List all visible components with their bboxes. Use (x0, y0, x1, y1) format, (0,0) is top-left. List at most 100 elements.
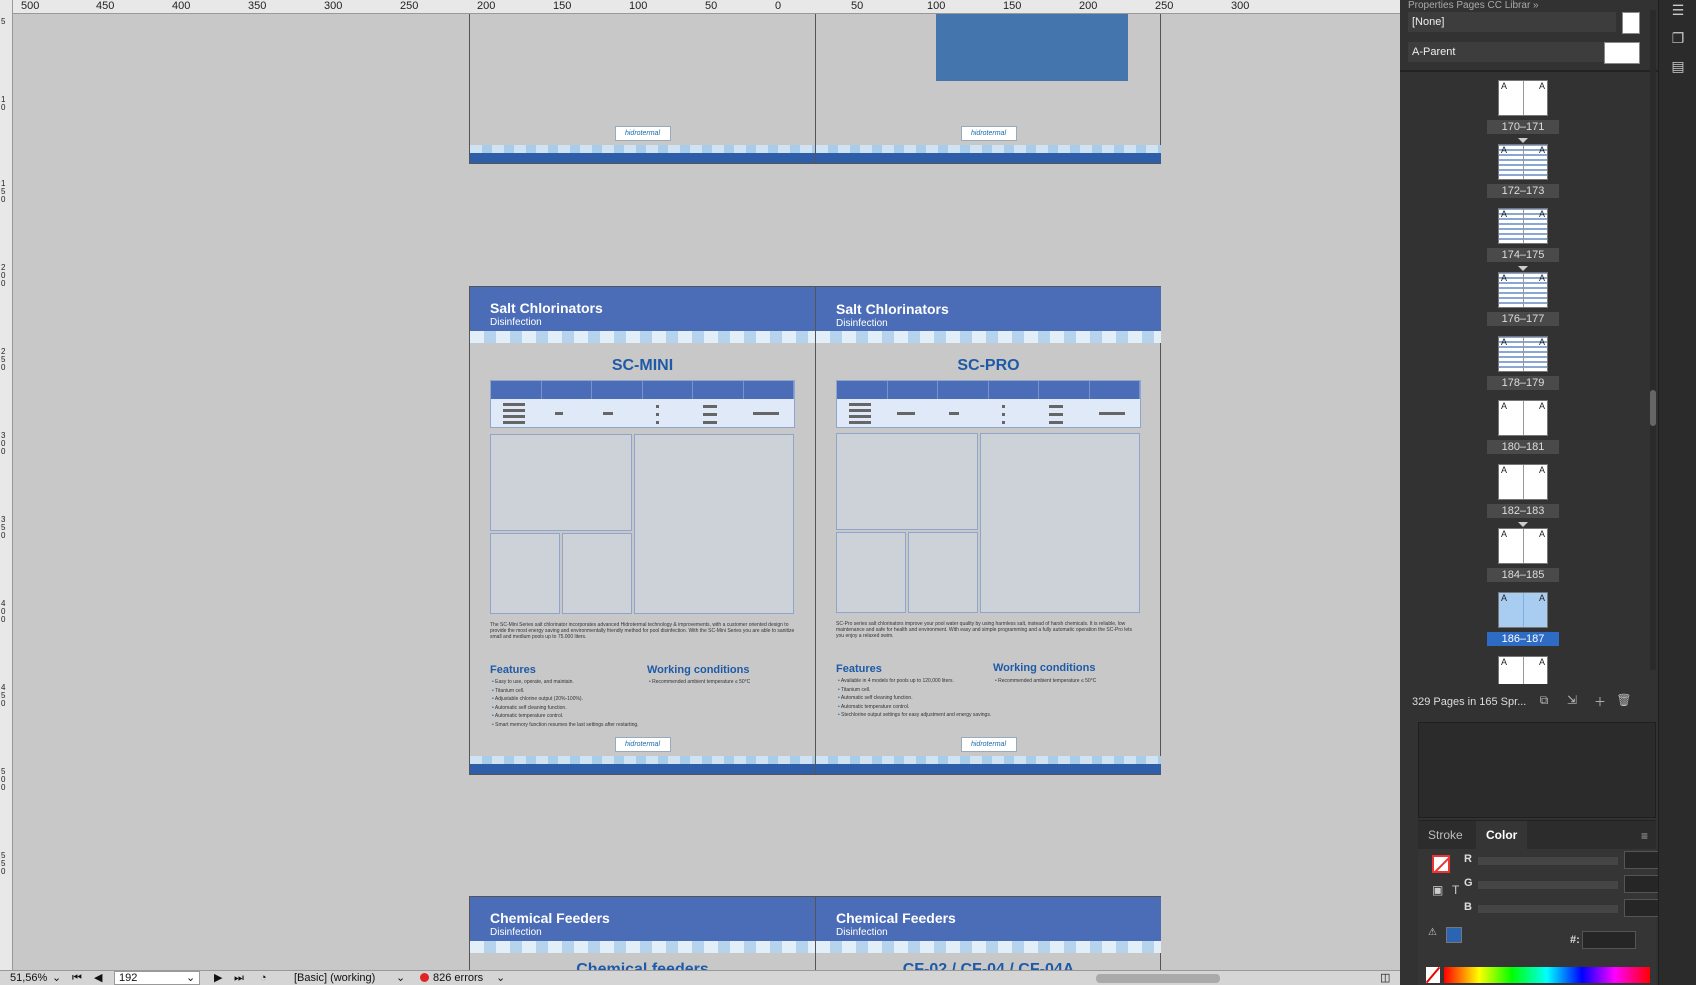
ruler-label: 2 0 0 (1, 263, 6, 288)
last-page-icon[interactable]: ⏭ (234, 972, 244, 985)
page-spread-item-selected[interactable]: AA 186–187 (1408, 586, 1638, 650)
spread-top[interactable]: hidrotermal hidrotermal (469, 14, 1161, 164)
parent-none-row[interactable]: [None] (1408, 12, 1616, 32)
image-frame[interactable] (562, 533, 632, 614)
pages-scrollbar[interactable] (1650, 10, 1656, 670)
preflight-errors[interactable]: 826 errors (420, 972, 483, 985)
image-frame[interactable] (980, 433, 1140, 613)
open-document-icon[interactable]: ◔ (260, 972, 267, 985)
b-slider[interactable] (1478, 905, 1618, 913)
page-sc-mini[interactable]: Salt Chlorinators Disinfection SC-MINI T… (470, 287, 815, 774)
ruler-label: 4 5 0 (1, 683, 6, 708)
image-frame[interactable] (836, 532, 906, 613)
prev-page-icon[interactable]: ◀ (94, 972, 102, 985)
horizontal-ruler[interactable]: 500 450 400 350 300 250 200 150 100 50 0… (13, 0, 1400, 14)
split-window-icon[interactable]: ◫ (1380, 972, 1390, 985)
pages-panel-footer: 329 Pages in 165 Spr... ⧉ ⇲ ＋ 🗑 (1400, 688, 1658, 716)
tab-color[interactable]: Color (1476, 821, 1528, 849)
spec-table[interactable] (490, 380, 795, 428)
parent-none-thumb[interactable] (1622, 12, 1640, 34)
r-input[interactable] (1624, 851, 1660, 869)
page-spread-label: 184–185 (1487, 568, 1559, 582)
features-list: Available in 4 models for pools up to 12… (838, 677, 998, 720)
preflight-profile[interactable]: [Basic] (working) (294, 972, 375, 985)
hex-input[interactable] (1582, 931, 1636, 949)
b-input[interactable] (1624, 899, 1660, 917)
list-item: Automatic self cleaning function. (492, 704, 642, 713)
properties-icon[interactable]: ☰ (1670, 2, 1686, 18)
pages-icon[interactable]: ❐ (1670, 30, 1686, 46)
panel-menu-icon[interactable]: ≡ (1641, 829, 1648, 843)
chevron-down-icon[interactable]: ⌄ (396, 972, 405, 985)
first-page-icon[interactable]: ⏮ (72, 972, 82, 985)
spine-marker-icon (1518, 138, 1528, 143)
page-spread-item[interactable]: AA 174–175 (1408, 202, 1638, 266)
page-sc-pro[interactable]: Salt Chlorinators Disinfection SC-PRO SC… (816, 287, 1161, 774)
page-chemical-feeders-right[interactable]: Chemical Feeders Disinfection CF-02 / CF… (816, 897, 1161, 970)
panel-tabs[interactable]: Properties Pages CC Librar » (1408, 0, 1539, 10)
spec-table[interactable] (836, 380, 1141, 428)
spread-chemical-feeders[interactable]: Chemical Feeders Disinfection Chemical f… (469, 896, 1161, 970)
page-spread-item[interactable]: AA 172–173 (1408, 138, 1638, 202)
page-spread-item[interactable]: AA 180–181 (1408, 394, 1638, 458)
move-pages-icon[interactable]: ⇲ (1564, 693, 1580, 709)
cc-libraries-icon[interactable]: ▤ (1670, 58, 1686, 74)
g-input[interactable] (1624, 875, 1660, 893)
ruler-label: 400 (172, 0, 191, 12)
color-spectrum[interactable] (1444, 967, 1650, 983)
banner-subtitle: Disinfection (836, 318, 888, 329)
a-parent-thumb[interactable] (1604, 42, 1640, 64)
page-spread-item[interactable]: AA 178–179 (1408, 330, 1638, 394)
image-frame[interactable] (908, 532, 978, 613)
horizontal-scroll-thumb[interactable] (1096, 974, 1220, 983)
spread-salt-chlorinators[interactable]: Salt Chlorinators Disinfection SC-MINI T… (469, 286, 1161, 775)
image-frame[interactable] (836, 433, 978, 530)
r-channel[interactable]: R (1464, 851, 1660, 869)
delete-page-icon[interactable]: 🗑 (1616, 693, 1632, 709)
page-spread-item[interactable]: AA 176–177 (1408, 266, 1638, 330)
tab-stroke[interactable]: Stroke (1418, 821, 1473, 849)
g-channel[interactable]: G (1464, 875, 1660, 893)
ruler-label: 500 (21, 0, 40, 12)
wave-footer (816, 145, 1161, 163)
chevron-down-icon[interactable]: ⌄ (52, 972, 61, 985)
new-page-icon[interactable]: ＋ (1592, 693, 1608, 709)
next-page-icon[interactable]: ▶ (214, 972, 222, 985)
hex-label: #: (1570, 934, 1580, 946)
edit-page-size-icon[interactable]: ⧉ (1536, 693, 1552, 709)
page-left[interactable]: hidrotermal (470, 14, 815, 163)
r-slider[interactable] (1478, 857, 1618, 865)
page-spread-item[interactable]: AA (1408, 650, 1638, 684)
page-spread-item[interactable]: AA 170–171 (1408, 74, 1638, 138)
working-conditions-heading: Working conditions (647, 664, 750, 676)
banner-title: Chemical Feeders (836, 910, 956, 926)
page-right[interactable]: hidrotermal (816, 14, 1161, 163)
ruler-label: 2 5 0 (1, 347, 6, 372)
brand-logo: hidrotermal (960, 126, 1017, 141)
image-frame[interactable] (490, 434, 632, 531)
last-color-swatch[interactable] (1446, 927, 1462, 943)
g-slider[interactable] (1478, 881, 1618, 889)
pages-list[interactable]: AA 170–171 AA 172–173 AA 174–175 AA 176–… (1408, 74, 1638, 684)
page-spread-item[interactable]: AA 184–185 (1408, 522, 1638, 586)
a-parent-row[interactable]: A-Parent (1408, 42, 1616, 62)
blue-rectangle-frame[interactable] (936, 14, 1128, 81)
formatting-text-icon[interactable]: T (1452, 883, 1459, 897)
document-canvas[interactable]: hidrotermal hidrotermal Salt Chlorinator… (13, 14, 1400, 970)
ruler-label: 1 5 0 (1, 179, 6, 204)
fill-stroke-swatch[interactable] (1432, 855, 1458, 881)
vertical-ruler[interactable]: 5 1 0 1 5 0 2 0 0 2 5 0 3 0 0 3 5 0 4 0 … (0, 0, 13, 970)
image-frame[interactable] (634, 434, 794, 614)
page-spread-item[interactable]: AA 182–183 (1408, 458, 1638, 522)
chevron-down-icon[interactable]: ⌄ (496, 972, 505, 985)
b-channel[interactable]: B (1464, 899, 1660, 917)
image-frame[interactable] (490, 533, 560, 614)
page-chemical-feeders-left[interactable]: Chemical Feeders Disinfection Chemical f… (470, 897, 815, 970)
product-title: SC-MINI (611, 357, 674, 374)
out-of-gamut-icon[interactable]: ⚠ (1428, 927, 1437, 938)
zoom-level[interactable]: 51,56% (10, 972, 47, 985)
page-spread-label: 176–177 (1487, 312, 1559, 326)
formatting-container-icon[interactable]: ▣ (1432, 883, 1443, 897)
chevron-down-icon[interactable]: ⌄ (186, 972, 195, 985)
none-swatch[interactable] (1426, 967, 1440, 983)
